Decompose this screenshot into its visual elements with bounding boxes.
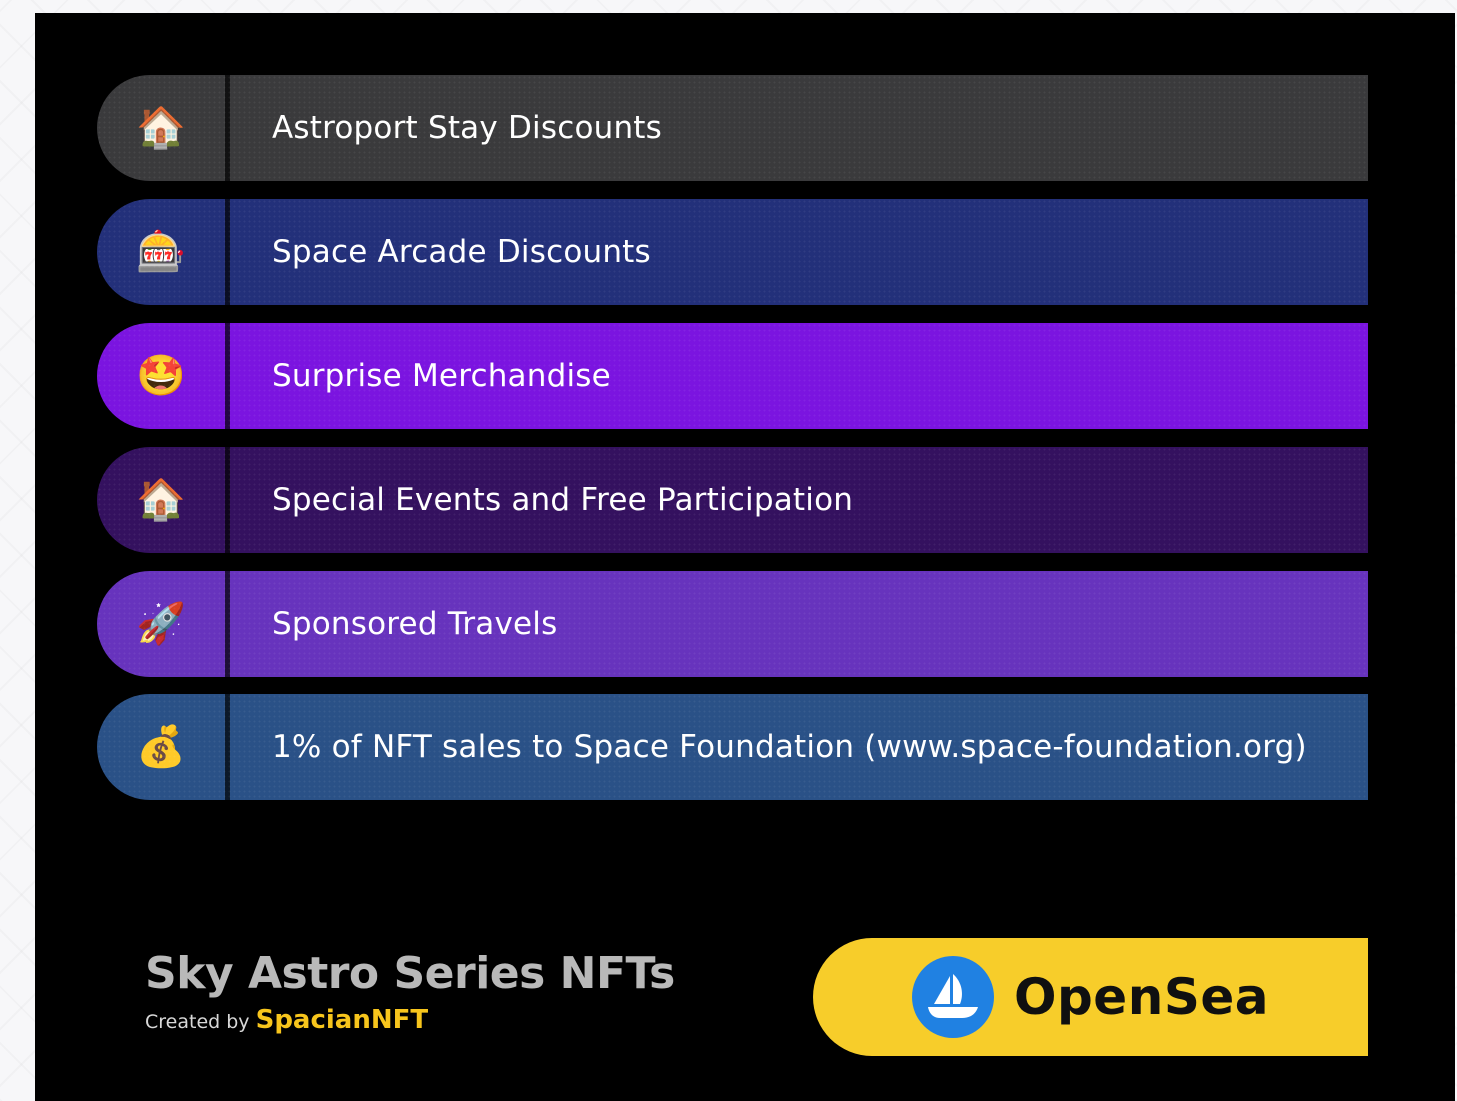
brand-block: Sky Astro Series NFTs Created by Spacian…: [145, 948, 675, 1035]
perk-label: Space Arcade Discounts: [272, 234, 651, 270]
perk-row-surprise-merchandise: 🤩 Surprise Merchandise: [97, 323, 1368, 429]
created-by-text: Created by: [145, 1011, 250, 1033]
opensea-label: OpenSea: [1014, 968, 1269, 1026]
money-bag-icon: 💰: [97, 694, 230, 800]
perk-row-sponsored-travels: 🚀 Sponsored Travels: [97, 571, 1368, 677]
perk-label: 1% of NFT sales to Space Foundation (www…: [272, 729, 1307, 765]
creator-name[interactable]: SpacianNFT: [256, 1005, 429, 1035]
perks-panel: 🏠 Astroport Stay Discounts 🎰 Space Arcad…: [35, 13, 1455, 1101]
perk-row-space-arcade: 🎰 Space Arcade Discounts: [97, 199, 1368, 305]
house-icon: 🏠: [97, 75, 230, 181]
perk-label: Sponsored Travels: [272, 606, 558, 642]
perk-row-astroport-stay: 🏠 Astroport Stay Discounts: [97, 75, 1368, 181]
star-struck-face-icon: 🤩: [97, 323, 230, 429]
perk-label: Special Events and Free Participation: [272, 482, 854, 518]
brand-credit: Created by SpacianNFT: [145, 1005, 675, 1035]
perk-label: Astroport Stay Discounts: [272, 110, 663, 146]
rocket-icon: 🚀: [97, 571, 230, 677]
opensea-logo-icon: [912, 956, 995, 1038]
perk-row-special-events: 🏠 Special Events and Free Participation: [97, 447, 1368, 553]
brand-title: Sky Astro Series NFTs: [145, 948, 675, 999]
perk-label: Surprise Merchandise: [272, 358, 611, 394]
sailboat-icon: [928, 974, 979, 1018]
house-icon: 🏠: [97, 447, 230, 553]
slot-machine-icon: 🎰: [97, 199, 230, 305]
opensea-button[interactable]: OpenSea: [813, 938, 1368, 1056]
perk-row-space-foundation: 💰 1% of NFT sales to Space Foundation (w…: [97, 694, 1368, 800]
